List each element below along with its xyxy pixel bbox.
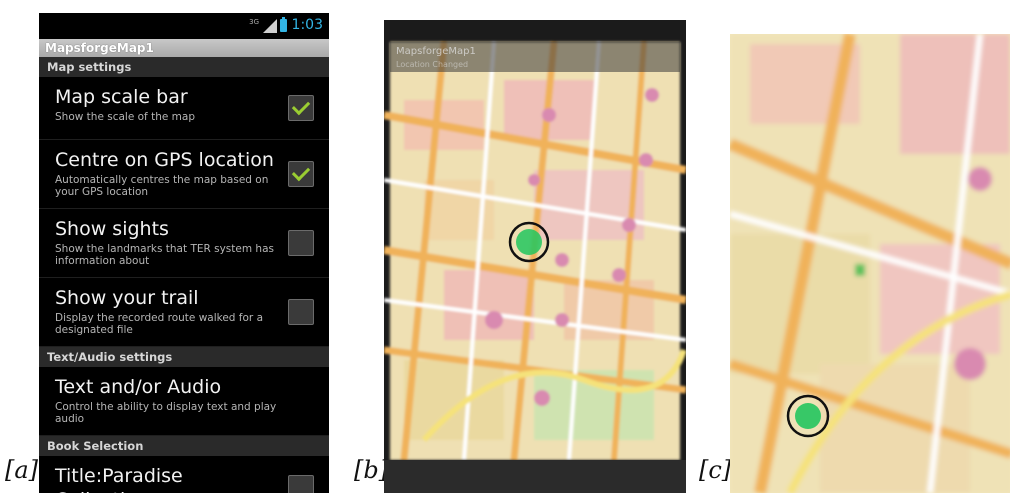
panel-label-a: [a]	[5, 456, 39, 484]
section-header-map-settings: Map settings	[39, 57, 329, 77]
network-type: 3G	[249, 18, 259, 26]
pref-book-title[interactable]: Title:Paradise Collection	[39, 456, 329, 493]
map-photo-b: MapsforgeMap1 Location Changed	[384, 20, 686, 493]
checkbox-book-title[interactable]	[288, 475, 314, 493]
checkbox-centre-gps[interactable]	[288, 161, 314, 187]
checkbox-map-scale-bar[interactable]	[288, 95, 314, 121]
pref-text-audio[interactable]: Text and/or Audio Control the ability to…	[39, 367, 329, 436]
location-marker-c	[795, 403, 821, 429]
status-bar: 3G 1:03	[39, 13, 329, 39]
pref-title: Show your trail	[55, 287, 199, 309]
location-marker-b	[516, 229, 542, 255]
checkbox-show-sights[interactable]	[288, 230, 314, 256]
photo-b-app-title: MapsforgeMap1	[396, 46, 476, 57]
pref-summary: Display the recorded route walked for a …	[55, 312, 264, 336]
signal-icon	[263, 19, 277, 33]
panel-label-b: [b]	[354, 456, 389, 484]
pref-show-sights[interactable]: Show sights Show the landmarks that TER …	[39, 209, 329, 278]
pref-summary: Automatically centres the map based on y…	[55, 174, 269, 198]
pref-title: Map scale bar	[55, 86, 188, 108]
settings-screen: 3G 1:03 MapsforgeMap1 Map settings Map s…	[39, 13, 329, 493]
section-header-book-selection: Book Selection	[39, 436, 329, 456]
pref-summary: Show the scale of the map	[55, 111, 195, 123]
pref-map-scale-bar[interactable]: Map scale bar Show the scale of the map	[39, 77, 329, 140]
pref-title: Title:Paradise Collection	[55, 465, 183, 493]
pref-title: Centre on GPS location	[55, 149, 274, 171]
clock: 1:03	[291, 17, 323, 33]
pref-title: Show sights	[55, 218, 169, 240]
map-photo-c	[730, 34, 1010, 493]
app-title-bar: MapsforgeMap1	[39, 39, 329, 57]
battery-icon	[280, 17, 287, 32]
pref-title: Text and/or Audio	[55, 376, 222, 398]
pref-summary: Control the ability to display text and …	[55, 401, 277, 425]
map-photo-b-image: MapsforgeMap1 Location Changed	[384, 41, 686, 493]
panel-label-c: [c]	[699, 456, 732, 484]
section-header-text-audio: Text/Audio settings	[39, 347, 329, 367]
photo-b-subtitle: Location Changed	[396, 60, 468, 69]
map-photo-c-image	[730, 34, 1010, 493]
pref-summary: Show the landmarks that TER system has i…	[55, 243, 274, 267]
pref-centre-gps[interactable]: Centre on GPS location Automatically cen…	[39, 140, 329, 209]
checkbox-show-trail[interactable]	[288, 299, 314, 325]
pref-show-trail[interactable]: Show your trail Display the recorded rou…	[39, 278, 329, 347]
